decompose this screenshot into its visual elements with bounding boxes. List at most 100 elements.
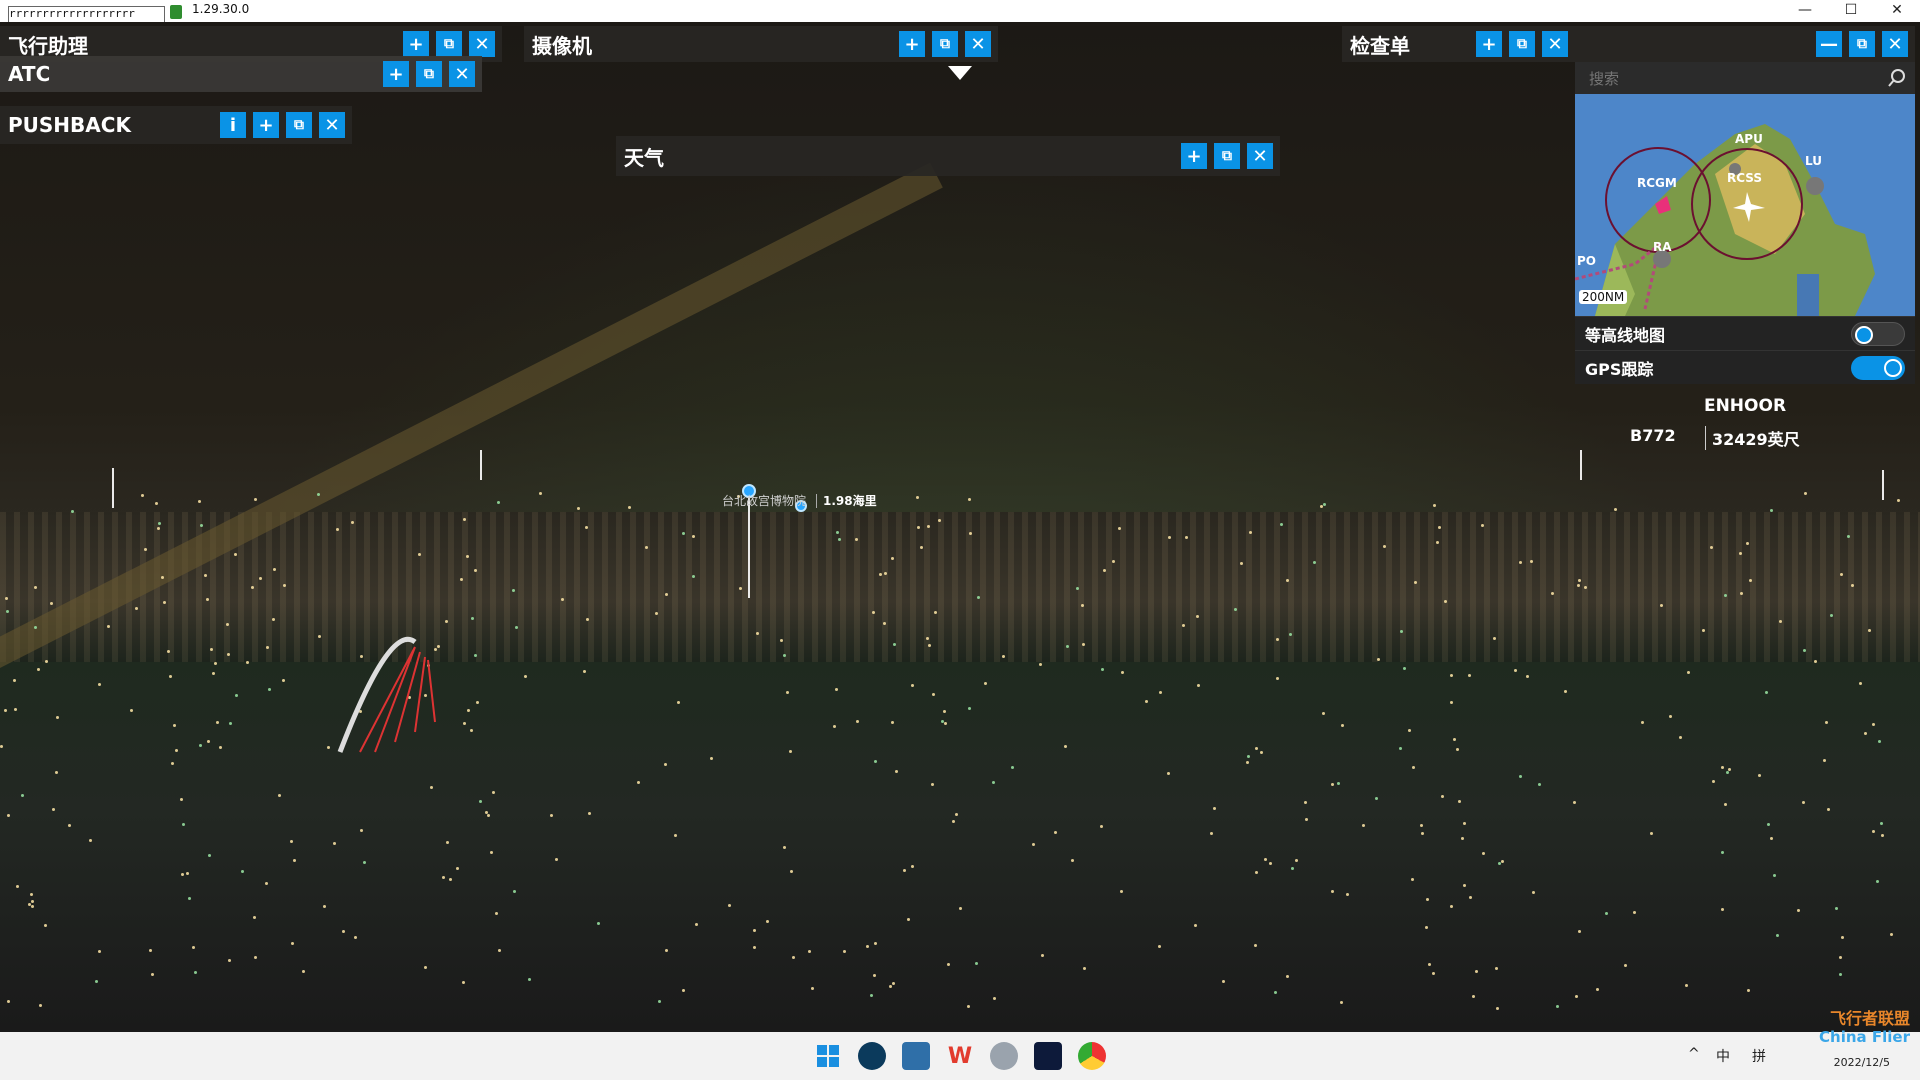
add-button[interactable]: + [1476,31,1502,57]
city-light [1758,774,1761,777]
close-panel-button[interactable]: ✕ [449,61,475,87]
city-light [210,648,213,651]
city-light [682,989,685,992]
close-window-button[interactable]: ✕ [1874,0,1920,22]
marker-pole [480,450,482,480]
gps-track-row: GPS跟踪 [1575,350,1915,384]
city-light [952,820,955,823]
city-light [1441,795,1444,798]
wps-icon[interactable]: W [946,1042,974,1070]
city-light [1083,967,1086,970]
city-light [891,557,894,560]
city-light [808,950,811,953]
city-light [1118,527,1121,530]
windows-icon[interactable] [814,1042,842,1070]
city-light [1779,620,1782,623]
add-button[interactable]: + [899,31,925,57]
add-button[interactable]: + [403,31,429,57]
city-light [0,745,3,748]
city-light [515,626,518,629]
globe-icon[interactable] [990,1042,1018,1070]
camera-dropdown-arrow-icon[interactable] [948,66,972,82]
city-light [16,885,19,888]
gps-track-toggle[interactable] [1851,355,1905,380]
popout-button[interactable]: ⧉ [1509,31,1535,57]
city-light [254,956,257,959]
flightsim-icon[interactable] [1034,1042,1062,1070]
add-button[interactable]: + [253,112,279,138]
city-light [1519,775,1522,778]
city-light [219,746,222,749]
city-light [1145,700,1148,703]
add-button[interactable]: + [1181,143,1207,169]
maximize-button[interactable]: ☐ [1828,0,1874,22]
minimize-panel-button[interactable]: — [1816,31,1842,57]
city-light [577,507,580,510]
city-light [1322,712,1325,715]
city-light [71,510,74,513]
city-light [1456,748,1459,751]
ime-chinese-indicator[interactable]: 中 [1716,1046,1730,1066]
city-light [273,568,276,571]
poi-label: 台北故宫博物院 1.98海里 [722,492,877,509]
city-light [874,760,877,763]
city-light [1746,542,1749,545]
city-light [37,668,40,671]
city-light [4,709,7,712]
close-panel-button[interactable]: ✕ [1247,143,1273,169]
city-light [1519,561,1522,564]
popout-button[interactable]: ⧉ [1214,143,1240,169]
city-light [1011,766,1014,769]
city-light [144,548,147,551]
city-light [588,812,591,815]
toggle-knob [1884,358,1902,377]
popout-button[interactable]: ⧉ [416,61,442,87]
city-light [1304,801,1307,804]
info-button[interactable]: i [220,112,246,138]
city-light [98,950,101,953]
city-light [1286,579,1289,582]
close-panel-button[interactable]: ✕ [469,31,495,57]
city-light [1650,832,1653,835]
photos-icon[interactable] [902,1042,930,1070]
city-light [1726,771,1729,774]
city-light [1749,579,1752,582]
city-light [89,839,92,842]
city-light [1210,832,1213,835]
search-icon[interactable] [1887,68,1907,88]
close-panel-button[interactable]: ✕ [1882,31,1908,57]
popout-button[interactable]: ⧉ [286,112,312,138]
map-view[interactable]: APU LU RCGM RCSS RA PO 200NM [1575,94,1915,316]
close-panel-button[interactable]: ✕ [1542,31,1568,57]
map-scale-label: 200NM [1579,290,1628,304]
chrome-icon[interactable] [1078,1042,1106,1070]
contour-map-toggle[interactable] [1851,321,1905,346]
city-light [855,538,858,541]
city-light [226,623,229,626]
map-search-input[interactable] [1587,67,1881,91]
popout-button[interactable]: ⧉ [1849,31,1875,57]
city-light [975,962,978,965]
cortana-icon[interactable] [858,1042,886,1070]
popout-button[interactable]: ⧉ [932,31,958,57]
city-light [1120,890,1123,893]
city-light [7,814,10,817]
city-light [1362,824,1365,827]
city-light [1596,988,1599,991]
toggle-knob [1855,325,1873,344]
close-panel-button[interactable]: ✕ [319,112,345,138]
city-light [293,859,296,862]
city-light [1880,822,1883,825]
add-button[interactable]: + [383,61,409,87]
city-light [1269,862,1272,865]
city-light [1185,536,1188,539]
city-light [1897,499,1900,502]
popout-button[interactable]: ⧉ [436,31,462,57]
taskbar-date[interactable]: 2022/12/5 [1834,1056,1890,1069]
tray-overflow-icon[interactable]: ^ [1688,1046,1700,1062]
ime-pinyin-indicator[interactable]: 拼 [1752,1046,1766,1066]
close-panel-button[interactable]: ✕ [965,31,991,57]
city-light [895,770,898,773]
city-light [1254,944,1257,947]
minimize-button[interactable]: — [1782,0,1828,22]
